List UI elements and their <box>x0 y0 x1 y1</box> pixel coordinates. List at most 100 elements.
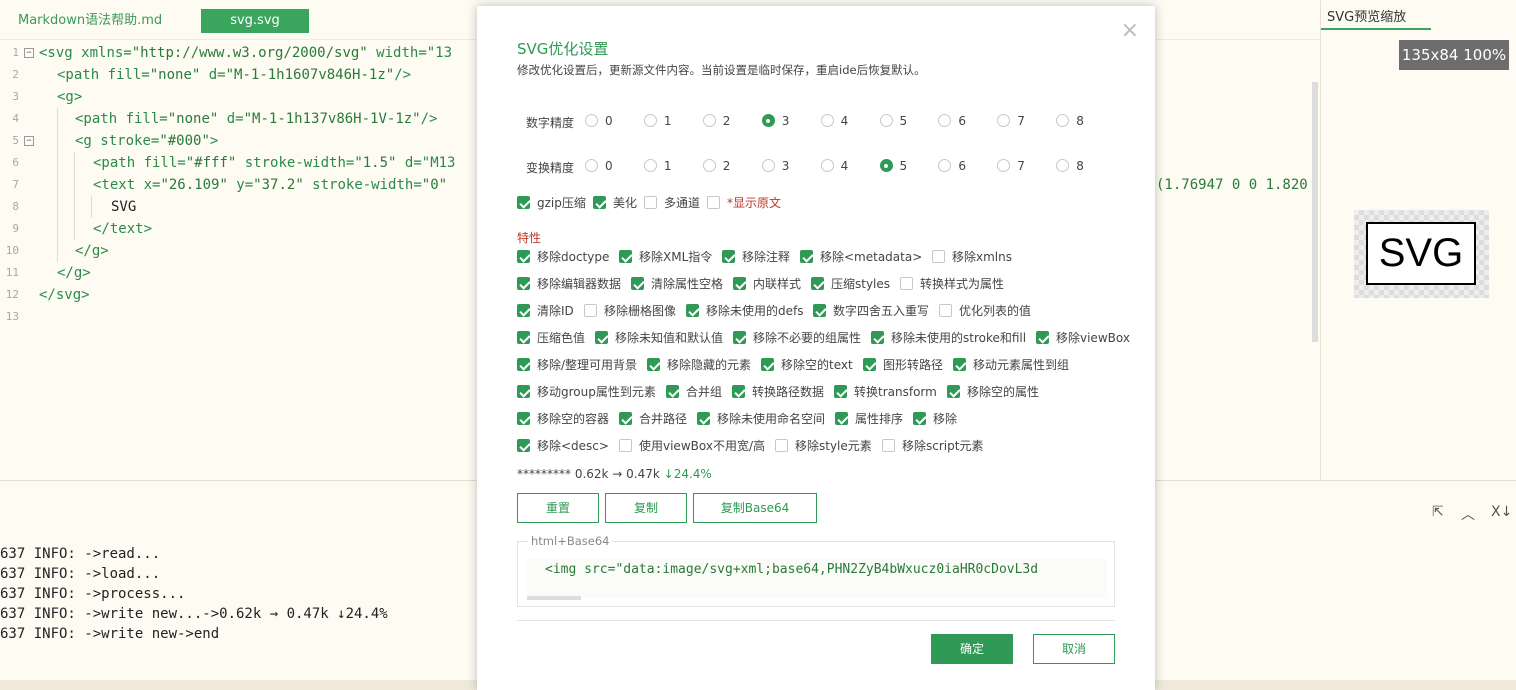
precision-radio-3[interactable]: 3 <box>761 113 789 129</box>
radio-circle[interactable] <box>1056 159 1070 172</box>
option-checkbox[interactable]: 优化列表的值 <box>939 303 1031 319</box>
option-checkbox[interactable]: gzip压缩 <box>517 195 586 211</box>
copy-button[interactable]: 复制 <box>605 493 687 523</box>
checkbox-box[interactable] <box>732 385 745 398</box>
checkbox-box[interactable] <box>517 412 530 425</box>
precision-radio-4[interactable]: 4 <box>820 113 848 129</box>
radio-circle[interactable] <box>879 114 893 127</box>
option-checkbox[interactable]: 合并路径 <box>619 411 687 427</box>
radio-circle[interactable] <box>702 114 716 127</box>
option-checkbox[interactable]: 移除<desc> <box>517 438 609 454</box>
precision-radio-8[interactable]: 8 <box>1056 158 1084 174</box>
option-checkbox[interactable]: 数字四舍五入重写 <box>813 303 929 319</box>
option-checkbox[interactable]: 使用viewBox不用宽/高 <box>619 438 765 454</box>
option-checkbox[interactable]: 压缩色值 <box>517 330 585 346</box>
checkbox-box[interactable] <box>593 196 606 209</box>
option-checkbox[interactable]: 移除style元素 <box>775 438 872 454</box>
precision-radio-4[interactable]: 4 <box>820 158 848 174</box>
checkbox-box[interactable] <box>584 304 597 317</box>
precision-radio-2[interactable]: 2 <box>702 113 730 129</box>
checkbox-box[interactable] <box>733 277 746 290</box>
checkbox-box[interactable] <box>517 439 530 452</box>
precision-radio-0[interactable]: 0 <box>585 113 613 129</box>
precision-radio-5[interactable]: 5 <box>879 158 907 174</box>
option-checkbox[interactable]: 多通道 <box>644 195 700 211</box>
precision-radio-1[interactable]: 1 <box>643 113 672 129</box>
checkbox-box[interactable] <box>595 331 608 344</box>
precision-radio-0[interactable]: 0 <box>585 158 613 174</box>
precision-radio-3[interactable]: 3 <box>761 158 789 174</box>
radio-circle[interactable] <box>702 159 716 172</box>
checkbox-box[interactable] <box>834 385 847 398</box>
checkbox-box[interactable] <box>722 250 735 263</box>
checkbox-box[interactable] <box>631 277 644 290</box>
checkbox-box[interactable] <box>517 304 530 317</box>
option-checkbox[interactable]: 图形转路径 <box>863 357 943 373</box>
checkbox-box[interactable] <box>775 439 788 452</box>
radio-circle[interactable] <box>585 159 598 172</box>
base64-scrollbar[interactable] <box>527 596 581 600</box>
radio-circle[interactable] <box>585 114 598 127</box>
checkbox-box[interactable] <box>947 385 960 398</box>
checkbox-box[interactable] <box>647 358 660 371</box>
checkbox-box[interactable] <box>871 331 884 344</box>
checkbox-box[interactable] <box>686 304 699 317</box>
radio-circle[interactable] <box>761 114 775 127</box>
checkbox-box[interactable] <box>517 196 530 209</box>
precision-radio-8[interactable]: 8 <box>1056 113 1084 129</box>
option-checkbox[interactable]: 移除编辑器数据 <box>517 276 621 292</box>
option-checkbox[interactable]: *显示原文 <box>707 195 781 211</box>
checkbox-box[interactable] <box>619 412 632 425</box>
checkbox-box[interactable] <box>939 304 952 317</box>
checkbox-box[interactable] <box>913 412 926 425</box>
option-checkbox[interactable]: 合并组 <box>666 384 722 400</box>
option-checkbox[interactable]: 清除ID <box>517 303 574 319</box>
option-checkbox[interactable]: 移动group属性到元素 <box>517 384 656 400</box>
checkbox-box[interactable] <box>707 196 720 209</box>
option-checkbox[interactable]: 清除属性空格 <box>631 276 723 292</box>
checkbox-box[interactable] <box>517 331 530 344</box>
checkbox-box[interactable] <box>835 412 848 425</box>
radio-circle[interactable] <box>643 159 657 172</box>
radio-circle[interactable] <box>1056 114 1070 127</box>
checkbox-box[interactable] <box>813 304 826 317</box>
option-checkbox[interactable]: 移除xmlns <box>932 249 1012 265</box>
option-checkbox[interactable]: 转换样式为属性 <box>900 276 1004 292</box>
option-checkbox[interactable]: 移除注释 <box>722 249 790 265</box>
radio-circle[interactable] <box>997 114 1011 127</box>
option-checkbox[interactable]: 移除不必要的组属性 <box>733 330 861 346</box>
option-checkbox[interactable]: 移除viewBox <box>1036 330 1130 346</box>
option-checkbox[interactable]: 转换transform <box>834 384 937 400</box>
cancel-button[interactable]: 取消 <box>1033 634 1115 664</box>
ok-button[interactable]: 确定 <box>931 634 1013 664</box>
option-checkbox[interactable]: 属性排序 <box>835 411 903 427</box>
option-checkbox[interactable]: 移除未使用命名空间 <box>697 411 825 427</box>
radio-circle[interactable] <box>879 159 893 172</box>
checkbox-box[interactable] <box>517 277 530 290</box>
close-icon[interactable]: × <box>1121 20 1139 42</box>
checkbox-box[interactable] <box>619 250 632 263</box>
option-checkbox[interactable]: 移除未知值和默认值 <box>595 330 723 346</box>
checkbox-box[interactable] <box>517 385 530 398</box>
checkbox-box[interactable] <box>863 358 876 371</box>
reset-button[interactable]: 重置 <box>517 493 599 523</box>
checkbox-box[interactable] <box>666 385 679 398</box>
radio-circle[interactable] <box>643 114 657 127</box>
option-checkbox[interactable]: 移除未使用的stroke和fill <box>871 330 1026 346</box>
checkbox-box[interactable] <box>517 358 530 371</box>
option-checkbox[interactable]: 转换路径数据 <box>732 384 824 400</box>
checkbox-box[interactable] <box>953 358 966 371</box>
checkbox-box[interactable] <box>761 358 774 371</box>
radio-circle[interactable] <box>761 159 775 172</box>
option-checkbox[interactable]: 移除XML指令 <box>619 249 712 265</box>
radio-circle[interactable] <box>938 114 952 127</box>
radio-circle[interactable] <box>820 159 834 172</box>
checkbox-box[interactable] <box>733 331 746 344</box>
radio-circle[interactable] <box>997 159 1011 172</box>
option-checkbox[interactable]: 美化 <box>593 195 637 211</box>
precision-radio-2[interactable]: 2 <box>702 158 730 174</box>
option-checkbox[interactable]: 移除栅格图像 <box>584 303 676 319</box>
option-checkbox[interactable]: 移除doctype <box>517 249 609 265</box>
option-checkbox[interactable]: 移除隐藏的元素 <box>647 357 751 373</box>
checkbox-box[interactable] <box>800 250 813 263</box>
